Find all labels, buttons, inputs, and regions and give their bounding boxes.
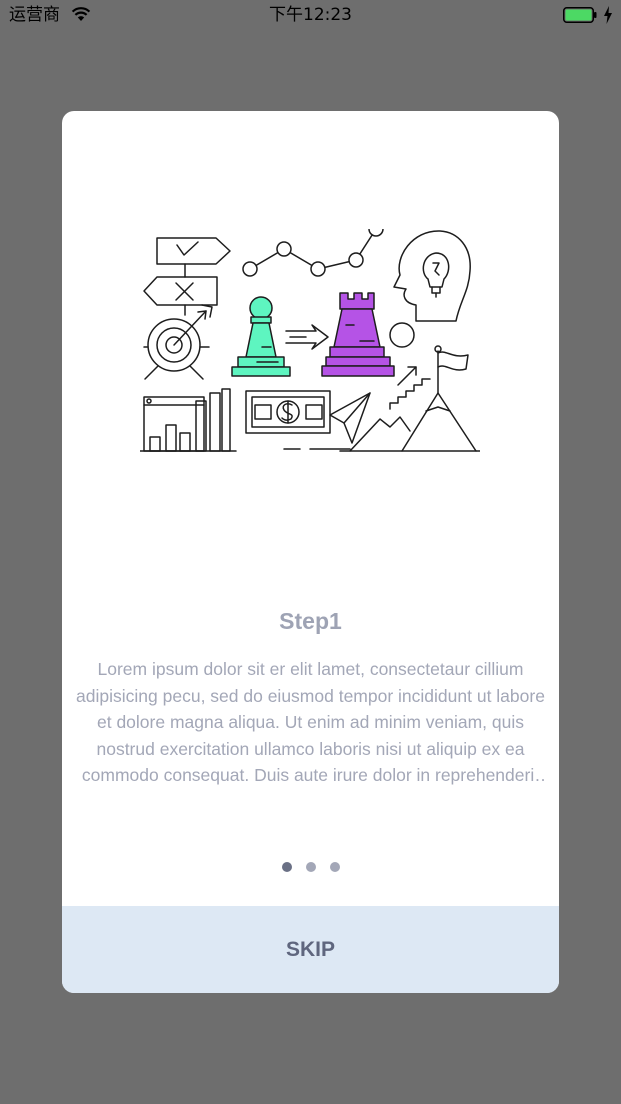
target-icon <box>143 304 213 380</box>
page-dot-3[interactable] <box>329 862 340 872</box>
onboarding-card: Step1 Lorem ipsum dolor sit er elit lame… <box>62 111 559 993</box>
skip-button[interactable]: SKIP <box>62 906 559 993</box>
rook-icon <box>321 292 395 377</box>
line-graph-icon <box>242 229 384 277</box>
page-dot-1[interactable] <box>281 862 292 872</box>
status-bar: 运营商 下午12:23 <box>0 0 621 32</box>
idea-head-icon <box>393 230 471 322</box>
charging-bolt-icon <box>604 6 612 24</box>
step-description: Lorem ipsum dolor sit er elit lamet, con… <box>76 659 545 786</box>
bar-chart-icon <box>140 388 237 452</box>
battery-icon <box>563 7 597 23</box>
arrow-icon <box>285 324 329 350</box>
status-time: 下午12:23 <box>269 5 352 25</box>
page-dot-2[interactable] <box>305 862 316 872</box>
paper-plane-icon <box>283 392 371 450</box>
page-indicator[interactable] <box>62 862 559 874</box>
step-title: Step1 <box>279 608 342 634</box>
signpost-icon <box>143 237 231 316</box>
pawn-icon <box>231 296 291 377</box>
money-icon <box>245 390 331 434</box>
onboarding-illustration <box>140 229 480 452</box>
